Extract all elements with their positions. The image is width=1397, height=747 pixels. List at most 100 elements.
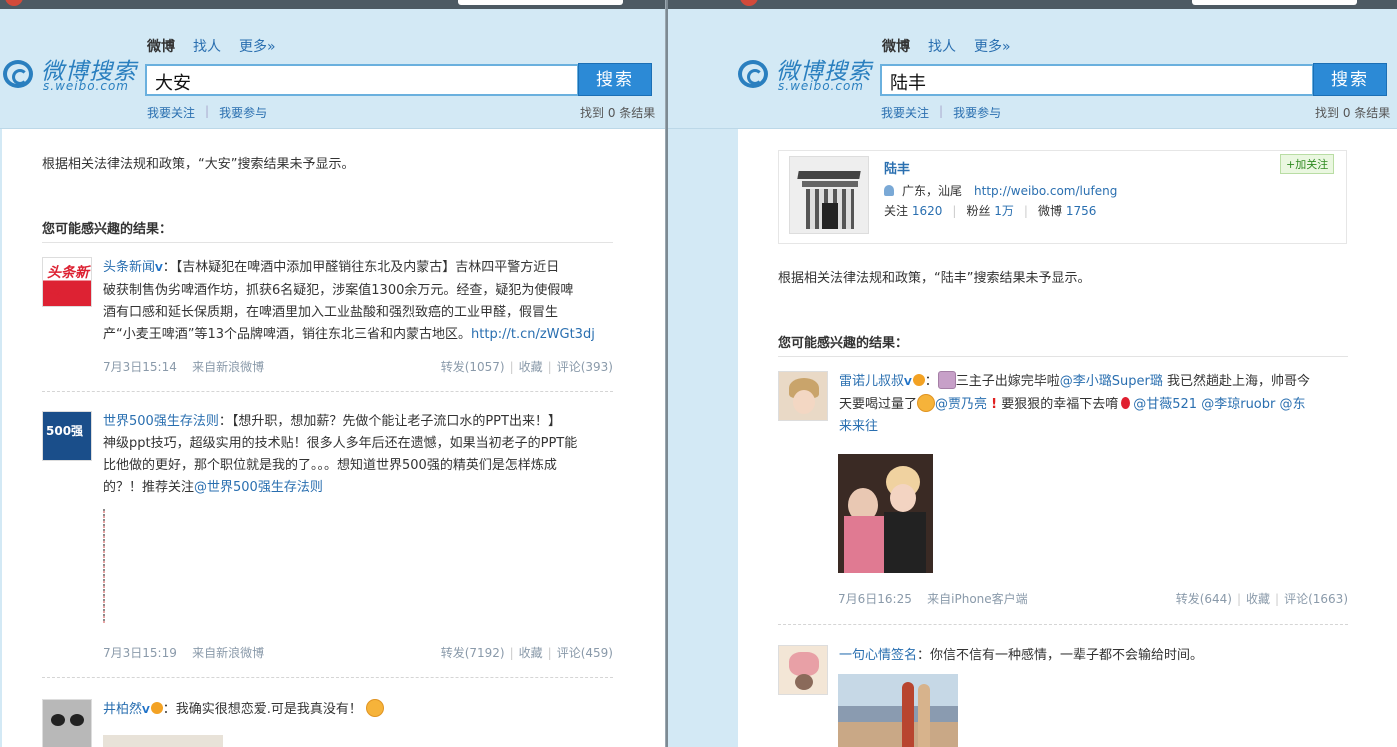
favorite-link[interactable]: 收藏 — [519, 646, 543, 660]
stop-icon[interactable] — [5, 0, 23, 6]
user-location: 广东，汕尾 — [902, 184, 963, 198]
stop-icon[interactable] — [740, 0, 758, 6]
post-link[interactable]: http://t.cn/zWGt3dj — [471, 327, 595, 342]
my-follow-link[interactable]: 我要关注 — [147, 104, 195, 121]
post-time[interactable]: 7月6日16:25 — [838, 592, 912, 606]
search-query: 陆丰 — [890, 73, 926, 94]
result-item: 一句心情签名：你信不信有一种感情，一辈子都不会输给时间。 — [778, 645, 1348, 747]
avatar[interactable] — [42, 699, 92, 747]
screen: 微博搜索 s.weibo.com 微博 找人 更多» 大安 搜索 我要关注 | … — [0, 0, 1397, 747]
user-name[interactable]: 陆丰 — [884, 158, 910, 177]
nav-weibo[interactable]: 微博 — [882, 36, 910, 56]
browser-toolbar — [0, 0, 665, 9]
favorite-link[interactable]: 收藏 — [519, 360, 543, 374]
browser-search-field[interactable] — [1192, 0, 1357, 5]
post-image[interactable] — [838, 454, 933, 573]
follow-count[interactable]: 1620 — [912, 204, 943, 218]
repost-link[interactable]: 转发(1057) — [441, 360, 505, 374]
result-count: 找到 0 条结果 — [580, 106, 656, 120]
weibo-count[interactable]: 1756 — [1066, 204, 1097, 218]
my-join-link[interactable]: 我要参与 — [219, 104, 267, 121]
search-input[interactable]: 大安 — [145, 64, 579, 96]
search-header: 微博搜索 s.weibo.com 微博 找人 更多» 陆丰 搜索 我要关注 | … — [668, 9, 1397, 129]
verified-icon: V — [155, 263, 163, 274]
logo-subtitle: s.weibo.com — [43, 79, 129, 93]
post-actions: 转发(644) | 收藏 | 评论(1663) — [1175, 592, 1348, 606]
my-join-link[interactable]: 我要参与 — [953, 104, 1001, 121]
browser-search-field[interactable] — [458, 0, 623, 5]
mention-link[interactable]: @世界500强生存法则 — [194, 480, 323, 495]
post-line: ：【想升职，想加薪？先做个能让老子流口水的PPT出来！】 — [218, 414, 561, 429]
post-actions: 转发(7192) | 收藏 | 评论(459) — [440, 646, 613, 660]
mention-link[interactable]: @李琼ruobr — [1201, 397, 1275, 412]
long-image-strip[interactable] — [103, 509, 105, 624]
post-source[interactable]: 新浪微博 — [216, 646, 264, 660]
verified-icon: V — [904, 377, 912, 388]
repost-link[interactable]: 转发(7192) — [441, 646, 505, 660]
repost-link[interactable]: 转发(644) — [1176, 592, 1232, 606]
divider — [42, 677, 613, 678]
user-url[interactable]: http://weibo.com/lufeng — [974, 184, 1117, 198]
author-name[interactable]: 世界500强生存法则 — [103, 414, 219, 429]
search-input[interactable]: 陆丰 — [880, 64, 1314, 96]
my-follow-link[interactable]: 我要关注 — [881, 104, 929, 121]
separator: | — [205, 104, 210, 118]
user-avatar[interactable] — [789, 156, 869, 234]
author-name[interactable]: 一句心情签名 — [839, 648, 917, 663]
weibo-eye-icon — [3, 60, 33, 88]
mention-link[interactable]: @东 — [1280, 397, 1306, 412]
comment-link[interactable]: 评论(459) — [557, 646, 613, 660]
nav-people[interactable]: 找人 — [193, 36, 221, 56]
divider — [42, 391, 613, 392]
search-button[interactable]: 搜索 — [578, 63, 652, 96]
post-image[interactable] — [103, 735, 223, 747]
fans-count[interactable]: 1万 — [994, 204, 1014, 218]
author-name[interactable]: 雷诺儿叔叔 — [839, 374, 904, 389]
weibo-search-logo[interactable]: 微博搜索 s.weibo.com — [738, 52, 878, 96]
author-name[interactable]: 井柏然 — [103, 702, 142, 717]
avatar[interactable] — [778, 371, 828, 421]
weibo-search-logo[interactable]: 微博搜索 s.weibo.com — [3, 52, 143, 96]
author-name[interactable]: 头条新闻 — [103, 260, 155, 275]
logo-subtitle: s.weibo.com — [778, 79, 864, 93]
avatar[interactable]: 头条新闻 — [42, 257, 92, 307]
emoticon-icon — [917, 394, 936, 412]
follow-label: 关注 — [884, 204, 909, 218]
from-label: 来自 — [192, 360, 217, 374]
result-item: 500强 世界500强生存法则：【想升职，想加薪？先做个能让老子流口水的PPT出… — [42, 411, 613, 661]
avatar[interactable]: 500强 — [42, 411, 92, 461]
right-browser-pane: 微博搜索 s.weibo.com 微博 找人 更多» 陆丰 搜索 我要关注 | … — [668, 0, 1397, 747]
post-source[interactable]: 新浪微博 — [216, 360, 264, 374]
post-text-part: 要狠狠的幸福下去唷 — [997, 397, 1119, 412]
nav-people[interactable]: 找人 — [928, 36, 956, 56]
search-nav: 微博 找人 更多» — [882, 36, 1011, 56]
post-line: 的？！推荐关注 — [103, 480, 195, 495]
post-text: 世界500强生存法则：【想升职，想加薪？先做个能让老子流口水的PPT出来！】 神… — [103, 411, 615, 499]
search-query: 大安 — [155, 73, 191, 94]
weibo-label: 微博 — [1037, 204, 1062, 218]
mention-link[interactable]: 来来往 — [839, 419, 878, 434]
search-button[interactable]: 搜索 — [1313, 63, 1387, 96]
comment-link[interactable]: 评论(393) — [557, 360, 613, 374]
nav-more[interactable]: 更多» — [974, 36, 1011, 56]
post-text-part: 天要喝过量了 — [839, 397, 918, 412]
section-title: 您可能感兴趣的结果： — [42, 222, 173, 237]
mention-link[interactable]: @贾乃亮 — [935, 397, 987, 412]
add-follow-button[interactable]: +加关注 — [1280, 154, 1335, 174]
post-image[interactable] — [838, 674, 958, 747]
post-time[interactable]: 7月3日15:19 — [103, 646, 177, 660]
favorite-link[interactable]: 收藏 — [1246, 592, 1270, 606]
post-time[interactable]: 7月3日15:14 — [103, 360, 177, 374]
nav-more[interactable]: 更多» — [239, 36, 276, 56]
post-source[interactable]: iPhone客户端 — [951, 592, 1028, 606]
left-browser-pane: 微博搜索 s.weibo.com 微博 找人 更多» 大安 搜索 我要关注 | … — [0, 0, 666, 747]
avatar[interactable] — [778, 645, 828, 695]
post-text: 一句心情签名：你信不信有一种感情，一辈子都不会输给时间。 — [839, 645, 1349, 667]
mention-link[interactable]: @李小璐Super璐 — [1060, 374, 1163, 389]
header-links: 我要关注 | 我要参与 — [147, 104, 267, 121]
nav-weibo[interactable]: 微博 — [147, 36, 175, 56]
mention-link[interactable]: @甘薇521 — [1133, 397, 1197, 412]
result-count: 找到 0 条结果 — [1315, 106, 1391, 120]
comment-link[interactable]: 评论(1663) — [1284, 592, 1348, 606]
post-text-part: ： — [924, 374, 938, 389]
